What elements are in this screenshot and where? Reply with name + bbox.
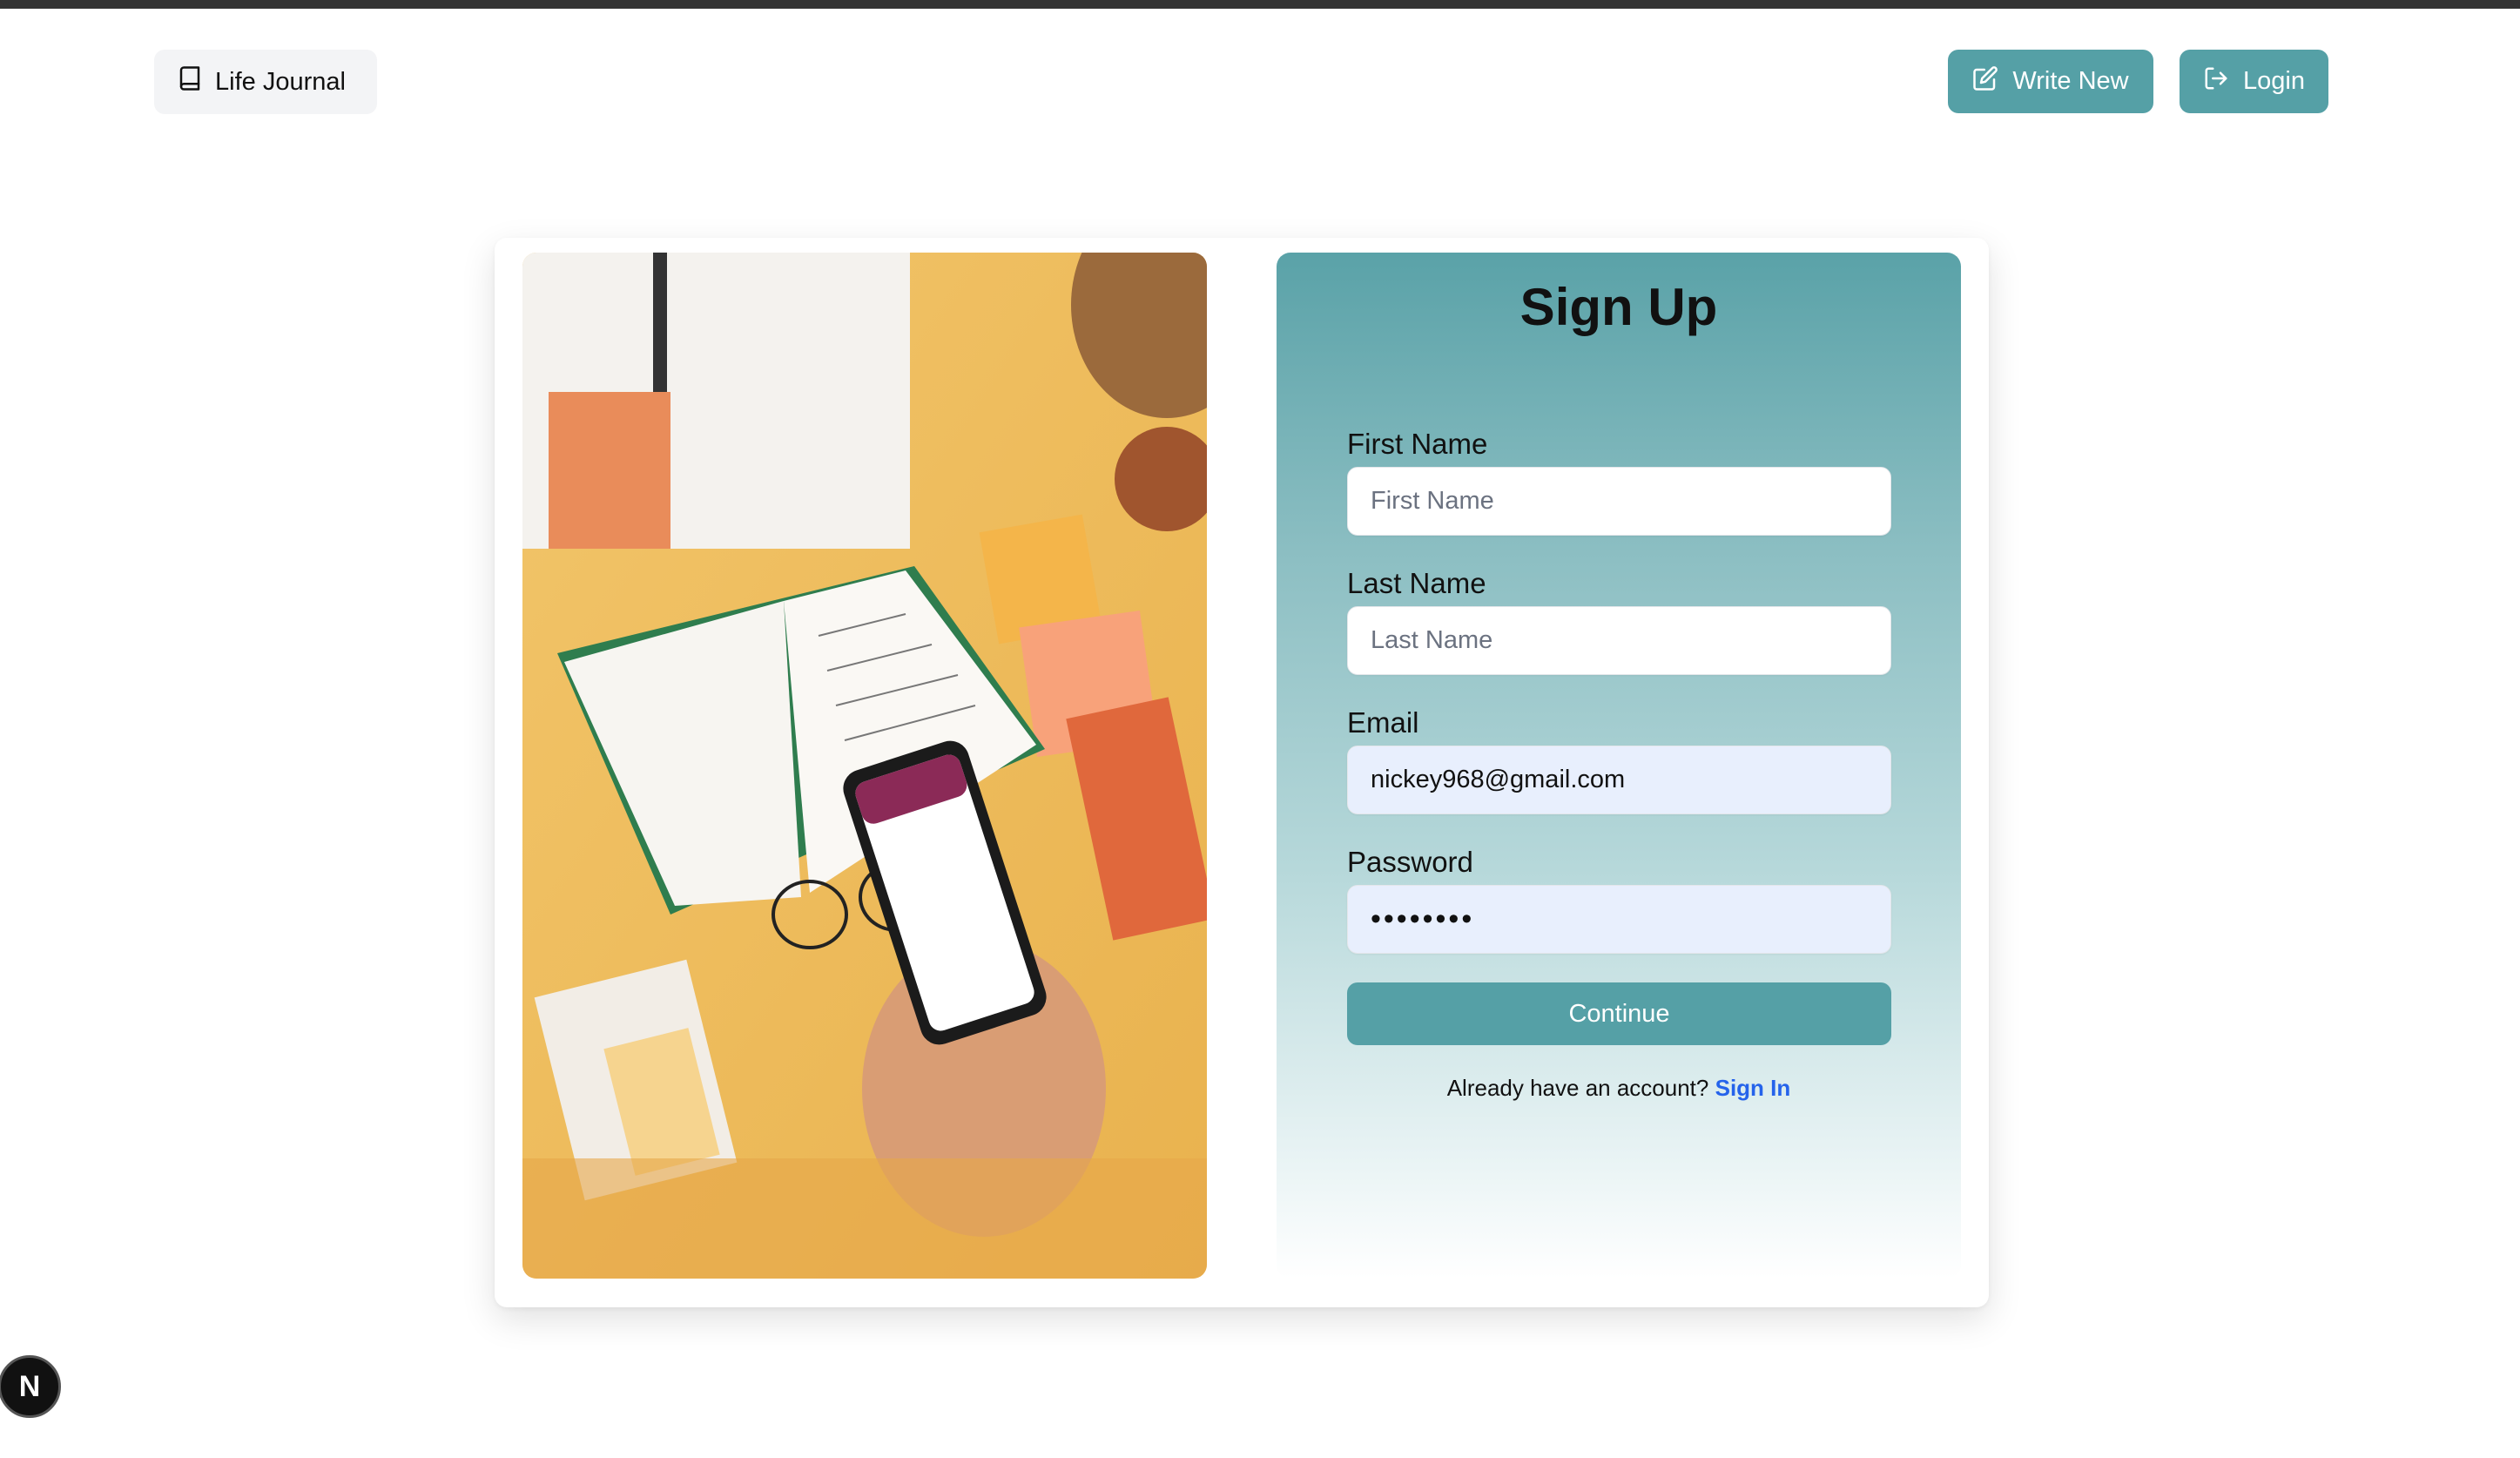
brand-logo[interactable]: Life Journal bbox=[154, 50, 377, 114]
login-button[interactable]: Login bbox=[2180, 50, 2328, 113]
email-input[interactable] bbox=[1347, 746, 1891, 814]
email-label: Email bbox=[1347, 706, 1419, 739]
password-label: Password bbox=[1347, 846, 1473, 878]
form-title: Sign Up bbox=[1519, 278, 1718, 336]
login-label: Login bbox=[2243, 67, 2305, 95]
first-name-input[interactable] bbox=[1347, 467, 1891, 536]
password-input[interactable] bbox=[1347, 885, 1891, 954]
signup-card: Sign Up First Name Last Name Email Passw… bbox=[495, 238, 1989, 1307]
pencil-square-icon bbox=[1972, 65, 1998, 98]
continue-button[interactable]: Continue bbox=[1347, 982, 1891, 1045]
brand-name: Life Journal bbox=[215, 67, 346, 96]
signup-form-panel: Sign Up First Name Last Name Email Passw… bbox=[1277, 253, 1961, 1279]
desk-photo bbox=[522, 253, 1207, 1279]
last-name-input[interactable] bbox=[1347, 606, 1891, 675]
book-icon bbox=[177, 65, 203, 98]
top-strip bbox=[0, 0, 2520, 9]
first-name-label: First Name bbox=[1347, 428, 1488, 460]
log-in-icon bbox=[2203, 65, 2229, 98]
dev-tools-badge[interactable]: N bbox=[0, 1355, 61, 1418]
write-new-button[interactable]: Write New bbox=[1948, 50, 2153, 113]
sign-in-link[interactable]: Sign In bbox=[1715, 1075, 1791, 1101]
write-new-label: Write New bbox=[2012, 67, 2129, 95]
signin-prompt: Already have an account? Sign In bbox=[1277, 1075, 1961, 1102]
signin-prompt-text: Already have an account? bbox=[1446, 1075, 1709, 1101]
last-name-label: Last Name bbox=[1347, 567, 1486, 599]
